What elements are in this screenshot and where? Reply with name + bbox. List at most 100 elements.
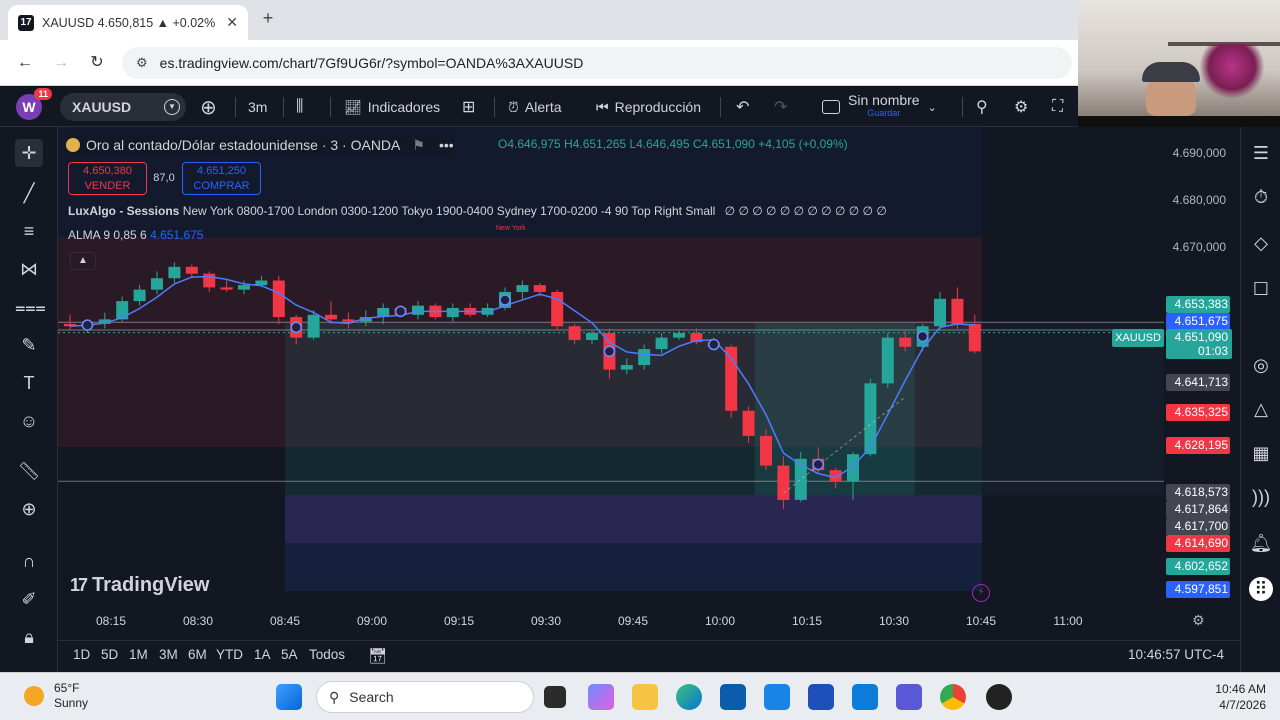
brush-icon[interactable]: ✎ — [15, 331, 43, 359]
file-explorer-icon[interactable] — [632, 684, 658, 710]
interval-button[interactable]: 3m — [248, 87, 267, 127]
magnet-icon[interactable]: ∩ — [15, 547, 43, 575]
alma-legend[interactable]: ALMA 9 0,85 6 4.651,675 — [68, 228, 203, 242]
templates-icon[interactable]: ⊞ — [462, 87, 475, 127]
range-5a[interactable]: 5A — [281, 647, 298, 662]
range-5d[interactable]: 5D — [101, 647, 118, 662]
site-info-icon[interactable]: ⚙ — [136, 55, 148, 71]
notifications-icon[interactable]: 🔔︎ — [1249, 531, 1273, 555]
app-icon[interactable] — [986, 684, 1012, 710]
buy-button[interactable]: 4.651,250 COMPRAR — [182, 162, 261, 195]
forward-icon[interactable]: → — [50, 52, 72, 74]
lock-icon[interactable]: 🔒︎ — [15, 623, 43, 651]
zoom-app-icon[interactable] — [764, 684, 790, 710]
new-tab-icon[interactable]: + — [258, 8, 278, 30]
address-bar-row: ← → ↻ ⚙ es.tradingview.com/chart/7Gf9UG6… — [0, 40, 1078, 86]
zoom-icon[interactable]: ⊕ — [15, 495, 43, 523]
time-tick: 08:15 — [95, 614, 127, 628]
weather-widget[interactable]: 65°F Sunny — [24, 681, 88, 711]
chrome-icon[interactable] — [940, 684, 966, 710]
layers-icon[interactable]: ◇ — [1249, 231, 1273, 255]
price-label: 4.617,864 — [1166, 501, 1230, 518]
symbol-search[interactable]: XAUUSD ▼ — [60, 93, 186, 121]
copilot-icon[interactable] — [588, 684, 614, 710]
price-label: 4.597,851 — [1166, 581, 1230, 598]
range-3m[interactable]: 3M — [159, 647, 178, 662]
symbol-info-icon[interactable]: ▼ — [164, 99, 180, 115]
store-icon[interactable] — [720, 684, 746, 710]
url-input[interactable]: ⚙ es.tradingview.com/chart/7Gf9UG6r/?sym… — [122, 47, 1072, 79]
fullscreen-icon[interactable]: ⛶ — [1052, 87, 1063, 127]
candle-body — [238, 285, 250, 290]
stream-icon[interactable]: ))) — [1249, 485, 1273, 509]
visual-studio-code-icon[interactable] — [808, 684, 834, 710]
range-all[interactable]: Todos — [309, 647, 345, 662]
apps-grid-icon[interactable]: ⠿ — [1249, 577, 1273, 601]
ideas-icon[interactable]: △ — [1249, 397, 1273, 421]
ruler-icon[interactable]: 📏︎ — [15, 457, 43, 485]
chevron-up-icon[interactable]: ▲ — [70, 252, 96, 270]
emoji-icon[interactable]: ☺ — [15, 407, 43, 435]
gold-coin-icon — [66, 138, 80, 152]
flag-icon[interactable]: ⚑ — [412, 137, 425, 154]
undo-icon[interactable]: ↶ — [736, 87, 749, 127]
alerts-clock-icon[interactable]: ⏱︎ — [1249, 185, 1273, 209]
more-icon[interactable]: ••• — [439, 137, 454, 153]
chevron-down-icon[interactable]: ⌄ — [928, 101, 937, 114]
calendar-icon[interactable]: ▦ — [1249, 441, 1273, 465]
chart-type-icon[interactable]: ⫼ — [296, 87, 303, 127]
quick-search-icon[interactable]: ⚲ — [976, 87, 988, 127]
compare-icon[interactable]: ⊕ — [200, 87, 217, 127]
redo-icon[interactable]: ↷ — [774, 87, 787, 127]
chart-legend[interactable]: Oro al contado/Dólar estadounidense · 3 … — [66, 134, 454, 156]
target-icon[interactable]: ◎ — [1249, 353, 1273, 377]
crosshair-icon[interactable]: ✛ — [15, 139, 43, 167]
system-clock[interactable]: 10:46 AM 4/7/2026 — [1196, 681, 1266, 713]
outlook-icon[interactable] — [852, 684, 878, 710]
rewind-icon: ⏮︎ — [596, 98, 609, 115]
reload-icon[interactable]: ↻ — [86, 52, 108, 74]
time-axis[interactable]: 08:15 08:30 08:45 09:00 09:15 09:30 09:45 10:00… — [58, 606, 1240, 636]
luxalgo-legend[interactable]: LuxAlgo - Sessions New York 0800-1700 Lo… — [68, 204, 887, 218]
chart-clock[interactable]: 10:46:57 UTC-4 — [1128, 647, 1224, 662]
taskbar-search[interactable]: ⚲ Search — [316, 681, 534, 713]
sell-button[interactable]: 4.650,380 VENDER — [68, 162, 147, 195]
candle-body — [638, 349, 651, 366]
candle-body — [342, 319, 355, 322]
back-icon[interactable]: ← — [14, 52, 36, 74]
indicators-button[interactable]: 📈︎ Indicadores — [344, 87, 440, 127]
teams-icon[interactable] — [896, 684, 922, 710]
watchlist-icon[interactable]: ☰ — [1249, 141, 1273, 165]
start-icon[interactable] — [276, 684, 302, 710]
webcam-overlay — [1078, 0, 1280, 116]
range-1a[interactable]: 1A — [254, 647, 271, 662]
task-view-icon[interactable] — [544, 686, 566, 708]
save-layout-button[interactable]: Sin nombre Guardar ⌄ — [822, 92, 937, 122]
price-label: 4.653,383 — [1166, 296, 1230, 313]
pattern-icon[interactable]: ⋈ — [15, 255, 43, 283]
replay-button[interactable]: ⏮︎ Reproducción — [596, 87, 701, 127]
range-1d[interactable]: 1D — [73, 647, 90, 662]
candle-body — [203, 273, 216, 288]
alert-button[interactable]: ⏰︎ Alerta — [508, 87, 562, 127]
draw-mode-icon[interactable]: ✐ — [15, 585, 43, 613]
browser-tab[interactable]: 17 XAUUSD 4.650,815 ▲ +0.02% S ✕ — [8, 5, 248, 40]
price-label: 4.614,690 — [1166, 535, 1230, 552]
range-1m[interactable]: 1M — [129, 647, 148, 662]
chat-icon[interactable]: ☐ — [1249, 277, 1273, 301]
avatar[interactable]: W 11 — [16, 88, 52, 120]
forecast-icon[interactable]: ⩶ — [15, 293, 46, 321]
trend-line-icon[interactable]: ╱ — [15, 179, 43, 207]
date-range-icon[interactable]: 📅︎ — [368, 647, 387, 665]
range-ytd[interactable]: YTD — [216, 647, 243, 662]
edge-icon[interactable] — [676, 684, 702, 710]
text-icon[interactable]: T — [15, 369, 43, 397]
chart-settings-icon[interactable]: ⚙ — [1192, 612, 1205, 629]
range-6m[interactable]: 6M — [188, 647, 207, 662]
fib-icon[interactable]: ≡ — [15, 217, 43, 245]
close-tab-icon[interactable]: ✕ — [226, 14, 238, 31]
lightning-icon[interactable]: ⚡ — [972, 584, 990, 602]
settings-icon[interactable]: ⚙ — [1014, 87, 1028, 127]
signal-marker — [394, 305, 407, 318]
notification-badge: 11 — [34, 88, 52, 100]
